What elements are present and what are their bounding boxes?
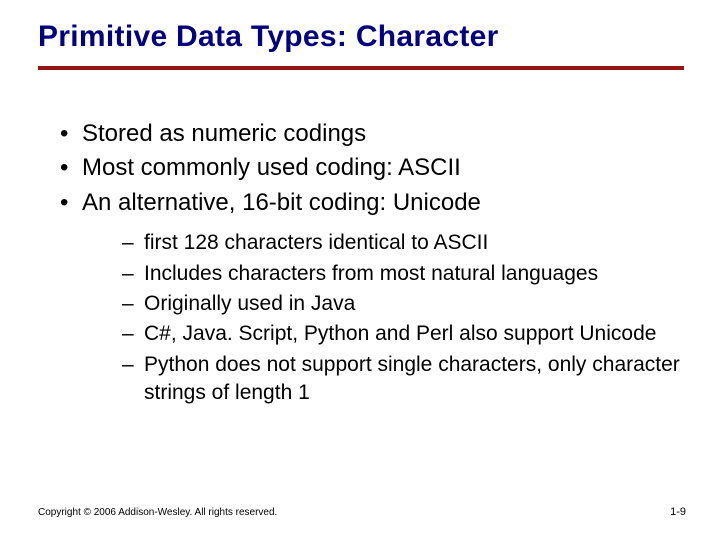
slide-body: •Stored as numeric codings •Most commonl… [60, 118, 680, 409]
sub-bullet-item: –Python does not support single characte… [122, 351, 680, 408]
sub-bullet-text: Python does not support single character… [144, 353, 680, 404]
slide: Primitive Data Types: Character •Stored … [0, 0, 720, 540]
bullet-text: Stored as numeric codings [82, 120, 366, 147]
bullet-icon: • [60, 187, 82, 219]
bullet-item: •Stored as numeric codings [60, 118, 680, 150]
sub-bullet-item: –C#, Java. Script, Python and Perl also … [122, 320, 680, 348]
bullet-icon: • [60, 118, 82, 150]
bullet-text: Most commonly used coding: ASCII [82, 154, 461, 181]
slide-title: Primitive Data Types: Character [38, 20, 499, 54]
footer-page-number: 1-9 [670, 506, 686, 518]
dash-icon: – [122, 229, 144, 257]
sub-bullet-text: Includes characters from most natural la… [144, 262, 598, 285]
sub-bullet-item: –Originally used in Java [122, 290, 680, 318]
footer-copyright: Copyright © 2006 Addison-Wesley. All rig… [38, 507, 277, 518]
bullet-item: •Most commonly used coding: ASCII [60, 152, 680, 184]
title-rule [38, 66, 684, 70]
bullet-item: •An alternative, 16-bit coding: Unicode [60, 187, 680, 219]
dash-icon: – [122, 290, 144, 318]
sub-bullet-group: –first 128 characters identical to ASCII… [122, 229, 680, 407]
dash-icon: – [122, 320, 144, 348]
sub-bullet-item: –first 128 characters identical to ASCII [122, 229, 680, 257]
sub-bullet-text: first 128 characters identical to ASCII [144, 231, 488, 254]
sub-bullet-text: Originally used in Java [144, 292, 355, 315]
sub-bullet-text: C#, Java. Script, Python and Perl also s… [144, 322, 656, 345]
sub-bullet-item: –Includes characters from most natural l… [122, 260, 680, 288]
bullet-icon: • [60, 152, 82, 184]
dash-icon: – [122, 351, 144, 379]
bullet-text: An alternative, 16-bit coding: Unicode [82, 189, 481, 216]
dash-icon: – [122, 260, 144, 288]
